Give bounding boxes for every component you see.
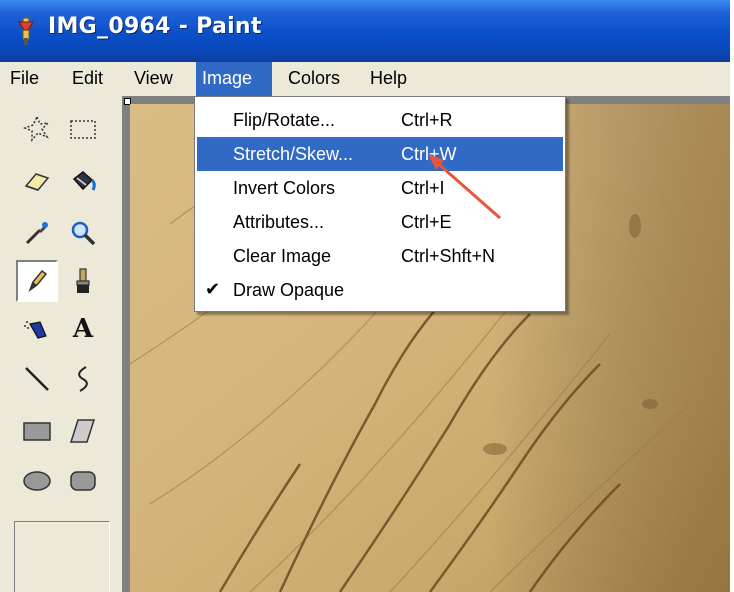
eraser-icon[interactable] bbox=[16, 160, 58, 202]
title-bar[interactable]: IMG_0964 - Paint bbox=[0, 0, 730, 62]
image-menu-dropdown: Flip/Rotate... Ctrl+R Stretch/Skew... Ct… bbox=[194, 96, 566, 312]
rounded-rect-icon[interactable] bbox=[62, 460, 104, 502]
text-tool-glyph: A bbox=[72, 314, 94, 344]
curve-icon[interactable] bbox=[62, 358, 104, 400]
free-form-select-icon[interactable] bbox=[16, 108, 58, 150]
paint-app-icon bbox=[18, 17, 34, 45]
polygon-icon[interactable] bbox=[62, 410, 104, 452]
menu-image[interactable]: Image bbox=[196, 62, 272, 96]
rect-select-icon[interactable] bbox=[62, 108, 104, 150]
rectangle-icon[interactable] bbox=[16, 410, 58, 452]
menu-item-clear-image[interactable]: Clear Image Ctrl+Shft+N bbox=[197, 239, 563, 273]
ellipse-icon[interactable] bbox=[16, 460, 58, 502]
menu-view[interactable]: View bbox=[128, 62, 179, 96]
toolbox: A bbox=[0, 96, 124, 592]
airbrush-icon[interactable] bbox=[16, 308, 58, 350]
annotation-arrow-icon bbox=[428, 154, 501, 220]
menu-item-flip-rotate[interactable]: Flip/Rotate... Ctrl+R bbox=[197, 103, 563, 137]
brush-icon[interactable] bbox=[62, 260, 104, 302]
text-icon[interactable]: A bbox=[62, 308, 104, 350]
magnifier-icon[interactable] bbox=[62, 212, 104, 254]
menu-colors[interactable]: Colors bbox=[282, 62, 346, 96]
pencil-icon[interactable] bbox=[16, 260, 58, 302]
tool-options-box[interactable] bbox=[14, 521, 110, 592]
menu-bar: File Edit View Image Colors Help bbox=[0, 62, 730, 97]
paint-window: IMG_0964 - Paint File Edit View Image Co… bbox=[0, 0, 730, 592]
menu-edit[interactable]: Edit bbox=[66, 62, 109, 96]
color-picker-icon[interactable] bbox=[16, 212, 58, 254]
checkmark-icon: ✔ bbox=[205, 279, 221, 299]
menu-help[interactable]: Help bbox=[364, 62, 413, 96]
fill-bucket-icon[interactable] bbox=[62, 160, 104, 202]
menu-file[interactable]: File bbox=[4, 62, 45, 96]
line-icon[interactable] bbox=[16, 358, 58, 400]
menu-item-draw-opaque[interactable]: ✔ Draw Opaque bbox=[197, 273, 563, 307]
window-title: IMG_0964 - Paint bbox=[48, 14, 262, 39]
